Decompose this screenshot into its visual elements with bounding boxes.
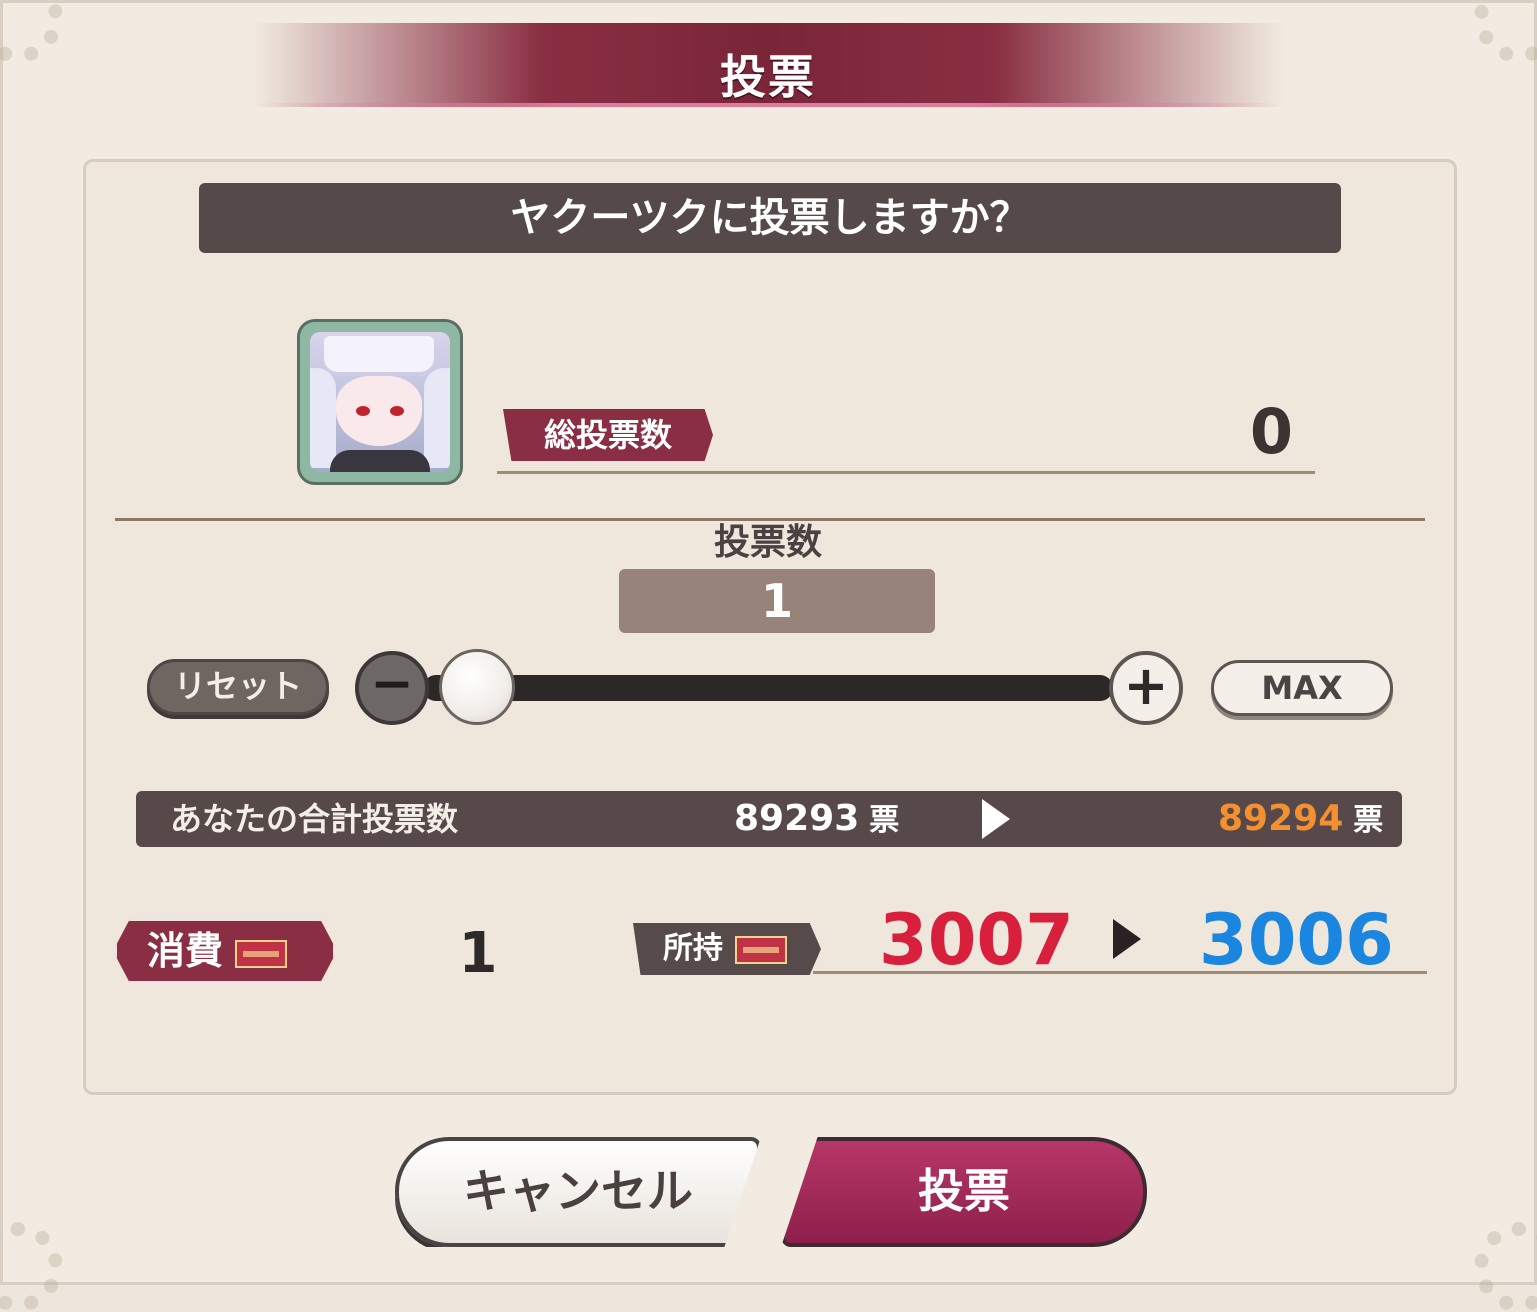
your-total-bar: あなたの合計投票数 89293 票 89294 票: [136, 791, 1402, 847]
total-votes-value: 0: [1249, 395, 1293, 468]
owned-before: 3007: [879, 899, 1074, 981]
vote-slider-thumb[interactable]: [439, 649, 515, 725]
vote-slider-track[interactable]: [423, 675, 1113, 701]
your-total-before: 89293 票: [734, 798, 900, 839]
cancel-button[interactable]: キャンセル: [395, 1137, 761, 1247]
minus-icon[interactable]: −: [355, 651, 429, 725]
gear-decoration-icon: [0, 1222, 63, 1312]
vote-question: ヤクーツクに投票しますか？: [199, 183, 1341, 253]
title-banner: 投票: [253, 23, 1283, 107]
vote-ticket-icon: [735, 935, 787, 964]
character-portrait-icon: [297, 319, 463, 485]
vote-dialog: 投票 ヤクーツクに投票しますか？ 総投票数 0 投票数 1 リセット − + M…: [0, 0, 1537, 1312]
dialog-title: 投票: [720, 50, 816, 104]
gear-decoration-icon: [1474, 0, 1537, 63]
vote-amount-value: 1: [619, 569, 935, 633]
arrow-right-icon: [982, 799, 1010, 839]
max-button[interactable]: MAX: [1211, 660, 1393, 716]
plus-icon[interactable]: +: [1109, 651, 1183, 725]
total-votes-underline: [497, 471, 1315, 474]
consume-value: 1: [458, 921, 498, 986]
vote-ticket-icon: [235, 939, 288, 968]
your-total-after: 89294 票: [1218, 798, 1384, 839]
vote-unit: 票: [1353, 803, 1384, 838]
vote-unit: 票: [869, 803, 900, 838]
arrow-right-icon: [1113, 919, 1141, 959]
owned-after: 3006: [1199, 899, 1394, 981]
reset-button[interactable]: リセット: [147, 659, 329, 715]
owned-label: 所持: [633, 923, 821, 975]
gear-decoration-icon: [0, 0, 63, 63]
vote-amount-label: 投票数: [713, 522, 822, 563]
vote-button[interactable]: 投票: [781, 1137, 1147, 1247]
consume-label: 消費: [113, 917, 337, 985]
your-total-label: あなたの合計投票数: [170, 800, 459, 838]
gear-decoration-icon: [1474, 1222, 1537, 1312]
total-votes-label: 総投票数: [503, 409, 713, 461]
